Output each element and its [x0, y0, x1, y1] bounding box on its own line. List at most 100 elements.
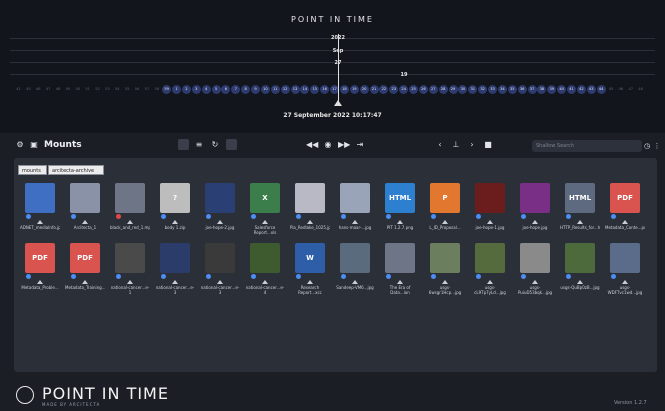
- version-marker-icon[interactable]: [352, 280, 358, 284]
- video-thumbnail[interactable]: [115, 183, 145, 213]
- image-thumbnail[interactable]: [160, 243, 190, 273]
- version-marker-icon[interactable]: [532, 220, 538, 224]
- pdf-thumbnail[interactable]: PDF: [610, 183, 640, 213]
- version-marker-icon[interactable]: [442, 220, 448, 224]
- version-marker-icon[interactable]: [217, 220, 223, 224]
- timeline-day[interactable]: 21: [369, 85, 379, 94]
- timeline-day[interactable]: 41: [567, 85, 576, 94]
- timeline-day[interactable]: 19: [349, 85, 359, 94]
- copy-icon[interactable]: [226, 139, 237, 150]
- timeline-day[interactable]: 4: [201, 85, 211, 94]
- more-icon[interactable]: ⋮: [653, 140, 661, 152]
- pdf-thumbnail[interactable]: PDF: [25, 243, 55, 273]
- timeline-day[interactable]: 23: [389, 85, 399, 94]
- search-input[interactable]: Shallow Search: [532, 140, 642, 152]
- file-item[interactable]: X Salesforce Report...xls: [245, 183, 285, 243]
- timeline-day[interactable]: 11: [270, 85, 280, 94]
- timeline-day[interactable]: 3: [191, 85, 201, 94]
- file-item[interactable]: Sandeep-VM6...jpg: [335, 243, 375, 303]
- pin-icon[interactable]: ⊥: [450, 139, 462, 151]
- version-marker-icon[interactable]: [577, 280, 583, 284]
- play-icon[interactable]: ◉: [322, 139, 334, 151]
- timeline-day[interactable]: 29: [448, 85, 458, 94]
- timeline-day[interactable]: 28: [438, 85, 448, 94]
- version-marker-icon[interactable]: [397, 220, 403, 224]
- image-thumbnail[interactable]: [610, 243, 640, 273]
- timeline-day[interactable]: 45: [607, 85, 616, 94]
- version-marker-icon[interactable]: [37, 220, 43, 224]
- timeline-day[interactable]: 56: [133, 85, 142, 94]
- folder-icon[interactable]: ■: [482, 139, 494, 151]
- file-item[interactable]: national-cancer...e-1: [110, 243, 150, 303]
- timeline-day[interactable]: 47: [626, 85, 635, 94]
- timeline-day[interactable]: 33: [488, 85, 497, 94]
- version-marker-icon[interactable]: [82, 280, 88, 284]
- timeline-day[interactable]: 58: [152, 85, 161, 94]
- refresh-icon[interactable]: ↻: [209, 139, 221, 151]
- image-thumbnail[interactable]: [25, 183, 55, 213]
- version-marker-icon[interactable]: [442, 280, 448, 284]
- image-thumbnail[interactable]: [250, 243, 280, 273]
- file-item[interactable]: joe-hope-2.jpg: [200, 183, 240, 243]
- timeline-day[interactable]: 37: [527, 85, 537, 94]
- timeline-day[interactable]: 5: [211, 85, 221, 94]
- timeline-day[interactable]: 35: [507, 85, 517, 94]
- file-item[interactable]: ADNET_mediaInfo.jpg: [20, 183, 60, 243]
- timeline-day[interactable]: 36: [517, 85, 527, 94]
- version-marker-icon[interactable]: [397, 280, 403, 284]
- timeline-needle[interactable]: [338, 34, 339, 102]
- timeline-day[interactable]: 50: [73, 85, 82, 94]
- image-thumbnail[interactable]: [475, 243, 505, 273]
- timeline-day[interactable]: 12: [280, 85, 290, 94]
- ppt-thumbnail[interactable]: P: [430, 183, 460, 213]
- timeline-day[interactable]: 2: [181, 85, 191, 94]
- version-marker-icon[interactable]: [82, 220, 88, 224]
- timeline-day[interactable]: 53: [103, 85, 112, 94]
- file-item[interactable]: national-cancer...e-3: [155, 243, 195, 303]
- timeline-day[interactable]: 7: [231, 85, 241, 94]
- timeline-day-track[interactable]: [10, 62, 655, 63]
- zip-thumbnail[interactable]: ?: [160, 183, 190, 213]
- file-item[interactable]: usgs-WDFTvc1wd...jpg: [605, 243, 645, 303]
- skip-end-icon[interactable]: ⇥: [354, 139, 366, 151]
- timeline-day[interactable]: 59: [162, 85, 172, 94]
- archive-icon[interactable]: ▣: [28, 139, 40, 151]
- timeline-day[interactable]: 24: [399, 85, 409, 94]
- image-thumbnail[interactable]: [565, 243, 595, 273]
- timeline-day[interactable]: 1: [172, 85, 181, 94]
- version-marker-icon[interactable]: [217, 280, 223, 284]
- doc-thumbnail[interactable]: W: [295, 243, 325, 273]
- breadcrumb-archive[interactable]: arcitecta-archive: [48, 165, 104, 175]
- file-item[interactable]: Pia_Redlake_1025.jpeg: [290, 183, 330, 243]
- file-item[interactable]: ? body 1.zip: [155, 183, 195, 243]
- file-item[interactable]: joe-hope-1.jpg: [470, 183, 510, 243]
- timeline-day[interactable]: 46: [34, 85, 43, 94]
- timeline-day[interactable]: 18: [339, 85, 349, 94]
- image-thumbnail[interactable]: [520, 243, 550, 273]
- version-marker-icon[interactable]: [262, 280, 268, 284]
- file-item[interactable]: usgs-6wsgr1Hcp...jpg: [425, 243, 465, 303]
- image-thumbnail[interactable]: [115, 243, 145, 273]
- file-item[interactable]: The Era of Data...ion: [380, 243, 420, 303]
- file-item[interactable]: PDF Metadata_Conte...pdf: [605, 183, 645, 243]
- image-thumbnail[interactable]: [295, 183, 325, 213]
- file-item[interactable]: national-cancer...e-4: [245, 243, 285, 303]
- timeline-day[interactable]: 48: [636, 85, 645, 94]
- version-marker-icon[interactable]: [37, 280, 43, 284]
- version-marker-icon[interactable]: [532, 280, 538, 284]
- timeline-day[interactable]: 57: [142, 85, 151, 94]
- image-thumbnail[interactable]: [205, 243, 235, 273]
- image-thumbnail[interactable]: [340, 183, 370, 213]
- xls-thumbnail[interactable]: X: [250, 183, 280, 213]
- timeline-hour-track[interactable]: [10, 74, 655, 75]
- timeline-day[interactable]: 32: [478, 85, 488, 94]
- next-icon[interactable]: ›: [466, 139, 478, 151]
- timeline-day[interactable]: 31: [468, 85, 478, 94]
- timeline-day[interactable]: 52: [93, 85, 102, 94]
- file-item[interactable]: Arcitecta_1: [65, 183, 105, 243]
- rewind-icon[interactable]: ◀◀: [306, 139, 318, 151]
- version-marker-icon[interactable]: [352, 220, 358, 224]
- html-thumbnail[interactable]: HTML: [565, 183, 595, 213]
- timeline-day[interactable]: 55: [123, 85, 132, 94]
- file-item[interactable]: PDF Metadata_Training...: [65, 243, 105, 303]
